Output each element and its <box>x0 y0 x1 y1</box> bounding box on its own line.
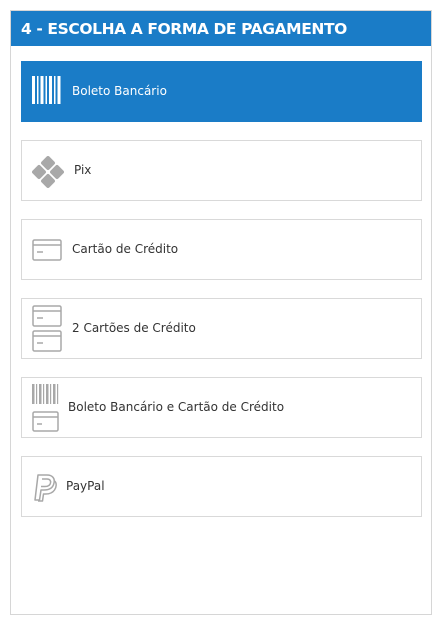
payment-options-list: Boleto Bancário Pix Cartão de Crédito 2 … <box>21 61 422 535</box>
two-credit-cards-icon <box>32 305 62 352</box>
paypal-icon <box>34 474 57 502</box>
payment-option-label: PayPal <box>66 479 105 493</box>
payment-option-label: Boleto Bancário <box>72 84 167 98</box>
payment-option-label: Boleto Bancário e Cartão de Crédito <box>68 400 285 414</box>
payment-option-label: 2 Cartões de Crédito <box>72 321 196 335</box>
payment-option-boleto-and-card[interactable]: Boleto Bancário e Cartão de Crédito <box>21 377 422 438</box>
payment-option-two-credit-cards[interactable]: 2 Cartões de Crédito <box>21 298 422 359</box>
payment-option-paypal[interactable]: PayPal <box>21 456 422 517</box>
payment-option-pix[interactable]: Pix <box>21 140 422 201</box>
barcode-and-card-icon <box>32 384 59 432</box>
payment-option-credit-card[interactable]: Cartão de Crédito <box>21 219 422 280</box>
payment-option-label: Pix <box>74 163 92 177</box>
payment-option-label: Cartão de Crédito <box>72 242 179 256</box>
panel-title: 4 - ESCOLHA A FORMA DE PAGAMENTO <box>11 11 431 46</box>
barcode-icon <box>32 76 61 104</box>
credit-card-icon <box>32 239 62 261</box>
payment-option-boleto[interactable]: Boleto Bancário <box>21 61 422 122</box>
pix-icon <box>32 156 64 188</box>
payment-method-panel: 4 - ESCOLHA A FORMA DE PAGAMENTO Boleto … <box>10 10 432 615</box>
